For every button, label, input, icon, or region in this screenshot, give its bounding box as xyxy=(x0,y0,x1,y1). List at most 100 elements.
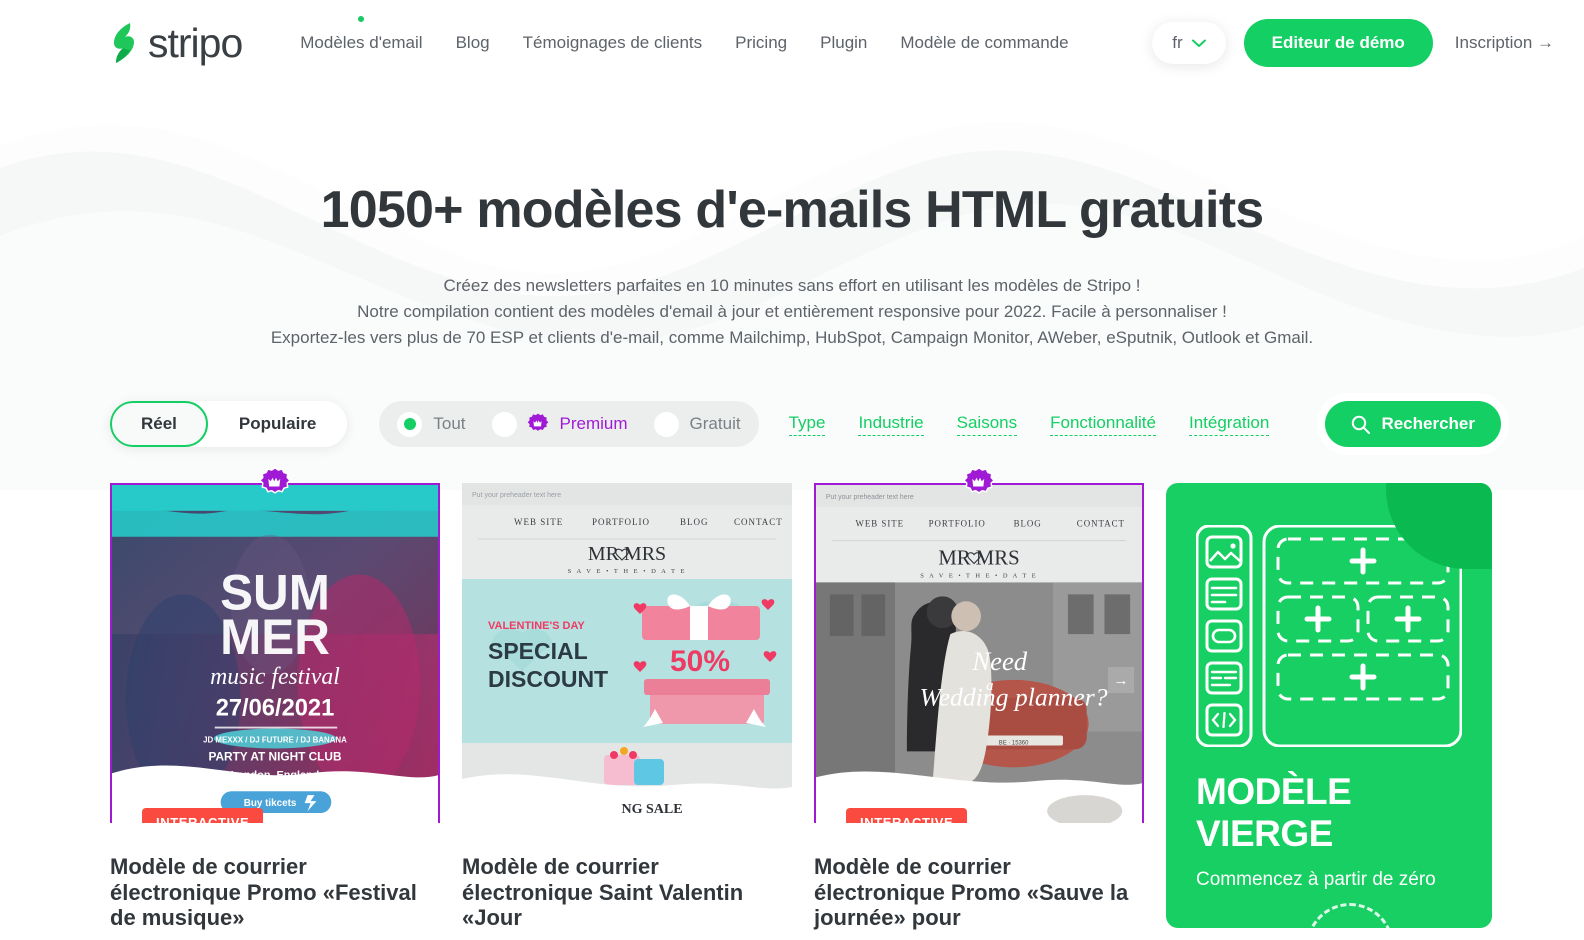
svg-text:Need: Need xyxy=(971,646,1027,676)
filter-link-type[interactable]: Type xyxy=(788,413,826,436)
interactive-badge: INTERACTIVE xyxy=(142,808,264,823)
svg-text:PORTFOLIO: PORTFOLIO xyxy=(592,517,650,527)
svg-text:CONTACT: CONTACT xyxy=(734,517,783,527)
nav-item-blog[interactable]: Blog xyxy=(456,33,490,53)
search-button-label: Rechercher xyxy=(1381,414,1475,433)
blank-title-line-1: MODÈLE xyxy=(1196,771,1352,812)
stripo-logo-mark xyxy=(114,23,134,63)
svg-text:BLOG: BLOG xyxy=(1014,519,1042,529)
radio-option-free[interactable]: Gratuit xyxy=(653,411,741,437)
image-icon xyxy=(1205,535,1243,569)
hero-line-2: Notre compilation contient des modèles d… xyxy=(357,302,1227,321)
svg-text:50%: 50% xyxy=(670,645,730,678)
header-actions: fr Editeur de démo Inscription → xyxy=(1152,19,1554,67)
nav-item-templates[interactable]: Modèles d'email xyxy=(300,16,423,53)
hero-section: 1050+ modèles d'e-mails HTML gratuits Cr… xyxy=(0,86,1584,351)
hero-line-3: Exportez-les vers plus de 70 ESP et clie… xyxy=(270,328,1314,347)
svg-text:MR MRS: MR MRS xyxy=(588,543,666,565)
language-selector[interactable]: fr xyxy=(1152,22,1226,64)
svg-text:Put your preheader text here: Put your preheader text here xyxy=(472,492,561,499)
stripo-logo-text: stripo xyxy=(148,19,243,66)
radio-circle-free xyxy=(653,411,679,437)
svg-text:S A V E • T H E • D A T E: S A V E • T H E • D A T E xyxy=(568,568,687,575)
nav-active-dot-icon xyxy=(358,16,365,22)
interactive-badge: INTERACTIVE xyxy=(846,808,968,823)
blank-template-builder-icon xyxy=(1195,524,1463,748)
template-title[interactable]: Modèle de courrier électronique Promo «F… xyxy=(110,854,440,931)
signup-link[interactable]: Inscription → xyxy=(1455,33,1554,53)
page-root: stripo Modèles d'email Blog Témoignages … xyxy=(0,0,1584,940)
svg-text:WEB SITE: WEB SITE xyxy=(514,517,563,527)
nav-item-order-template[interactable]: Modèle de commande xyxy=(900,33,1068,53)
svg-text:SPECIAL: SPECIAL xyxy=(488,638,588,664)
blank-template-inner[interactable]: MODÈLE VIERGE Commencez à partir de zéro xyxy=(1166,483,1492,928)
svg-text:JD MEXXX / DJ FUTURE / DJ BANA: JD MEXXX / DJ FUTURE / DJ BANANA xyxy=(203,735,347,744)
svg-text:BE · 15360: BE · 15360 xyxy=(999,740,1029,746)
search-icon xyxy=(1352,415,1371,434)
preview-next-arrow-icon[interactable]: → xyxy=(1108,667,1134,693)
sort-option-real[interactable]: Réel xyxy=(110,401,208,447)
sort-option-popular[interactable]: Populaire xyxy=(207,401,348,447)
search-button[interactable]: Rechercher xyxy=(1325,401,1501,447)
premium-crown-badge xyxy=(258,467,292,504)
crown-badge-icon xyxy=(258,467,292,494)
template-preview[interactable]: Put your preheader text here WEB SITE PO… xyxy=(814,483,1144,823)
summer-festival-preview: SUM MER music festival 27/06/2021 JD MEX… xyxy=(112,485,438,823)
nav-item-plugin[interactable]: Plugin xyxy=(820,33,867,53)
language-value: fr xyxy=(1172,33,1183,52)
radio-label-free: Gratuit xyxy=(689,414,741,433)
filter-link-integration[interactable]: Intégration xyxy=(1188,413,1270,436)
template-grid: SUM MER music festival 27/06/2021 JD MEX… xyxy=(0,447,1584,931)
template-title[interactable]: Modèle de courrier électronique Promo «S… xyxy=(814,854,1144,931)
template-title[interactable]: Modèle de courrier électronique Saint Va… xyxy=(462,854,792,931)
svg-text:Wedding planner?: Wedding planner? xyxy=(920,683,1108,712)
filter-link-feature[interactable]: Fonctionnalité xyxy=(1050,413,1156,436)
radio-label-all: Tout xyxy=(433,414,466,433)
svg-text:PARTY AT NIGHT CLUB: PARTY AT NIGHT CLUB xyxy=(208,749,341,763)
filter-link-seasons[interactable]: Saisons xyxy=(956,413,1018,436)
svg-text:27/06/2021: 27/06/2021 xyxy=(216,695,335,722)
crown-badge-icon xyxy=(962,467,996,494)
demo-editor-button[interactable]: Editeur de démo xyxy=(1243,19,1433,67)
sort-segmented-control: Réel Populaire xyxy=(110,401,348,447)
nav-label: Modèles d'email xyxy=(300,33,423,52)
template-card[interactable]: Put your preheader text here WEB SITE PO… xyxy=(814,467,1144,931)
svg-text:Put your preheader text here: Put your preheader text here xyxy=(826,494,914,501)
filter-bar: Réel Populaire Tout Premium Gratuit Type… xyxy=(0,351,1584,447)
filter-link-industry[interactable]: Industrie xyxy=(858,413,924,436)
blank-template-subtitle: Commencez à partir de zéro xyxy=(1196,869,1436,890)
decorative-dashed-circle xyxy=(1306,903,1394,928)
nav-item-pricing[interactable]: Pricing xyxy=(735,33,787,53)
blank-title-line-2: VIERGE xyxy=(1196,813,1333,855)
blank-template-card[interactable]: MODÈLE VIERGE Commencez à partir de zéro xyxy=(1166,483,1492,931)
crown-badge-icon xyxy=(527,413,548,431)
svg-text:BLOG: BLOG xyxy=(680,517,709,527)
wedding-preview: Put your preheader text here WEB SITE PO… xyxy=(816,485,1142,823)
page-title: 1050+ modèles d'e-mails HTML gratuits xyxy=(320,181,1264,239)
radio-label-premium: Premium xyxy=(559,414,628,433)
price-filter-radio-group: Tout Premium Gratuit xyxy=(379,401,759,447)
nav-item-testimonials[interactable]: Témoignages de clients xyxy=(523,33,703,53)
svg-text:PORTFOLIO: PORTFOLIO xyxy=(929,519,986,529)
svg-text:London, England: London, England xyxy=(231,769,320,781)
template-card[interactable]: SUM MER music festival 27/06/2021 JD MEX… xyxy=(110,467,440,931)
stripo-logo[interactable]: stripo xyxy=(110,19,243,66)
svg-text:DISCOUNT: DISCOUNT xyxy=(488,666,608,692)
svg-text:VALENTINE'S DAY: VALENTINE'S DAY xyxy=(488,620,585,632)
main-nav: Modèles d'email Blog Témoignages de clie… xyxy=(300,16,1069,53)
hero-line-1: Créez des newsletters parfaites en 10 mi… xyxy=(443,276,1141,295)
svg-text:NG SALE: NG SALE xyxy=(621,802,682,817)
svg-text:CONTACT: CONTACT xyxy=(1077,519,1125,529)
radio-option-premium[interactable]: Premium xyxy=(491,411,628,437)
template-card[interactable]: Put your preheader text here WEB SITE PO… xyxy=(462,483,792,931)
category-filter-links: Type Industrie Saisons Fonctionnalité In… xyxy=(788,413,1270,436)
template-preview[interactable]: Put your preheader text here WEB SITE PO… xyxy=(462,483,792,823)
template-preview[interactable]: SUM MER music festival 27/06/2021 JD MEX… xyxy=(110,483,440,823)
svg-text:S A V E • T H E • D A T E: S A V E • T H E • D A T E xyxy=(920,572,1037,579)
premium-crown-badge xyxy=(962,467,996,504)
svg-text:music festival: music festival xyxy=(210,664,340,690)
site-header: stripo Modèles d'email Blog Témoignages … xyxy=(0,0,1584,86)
svg-text:WEB SITE: WEB SITE xyxy=(856,519,905,529)
radio-option-all[interactable]: Tout xyxy=(397,411,466,437)
radio-circle-all xyxy=(397,411,423,437)
